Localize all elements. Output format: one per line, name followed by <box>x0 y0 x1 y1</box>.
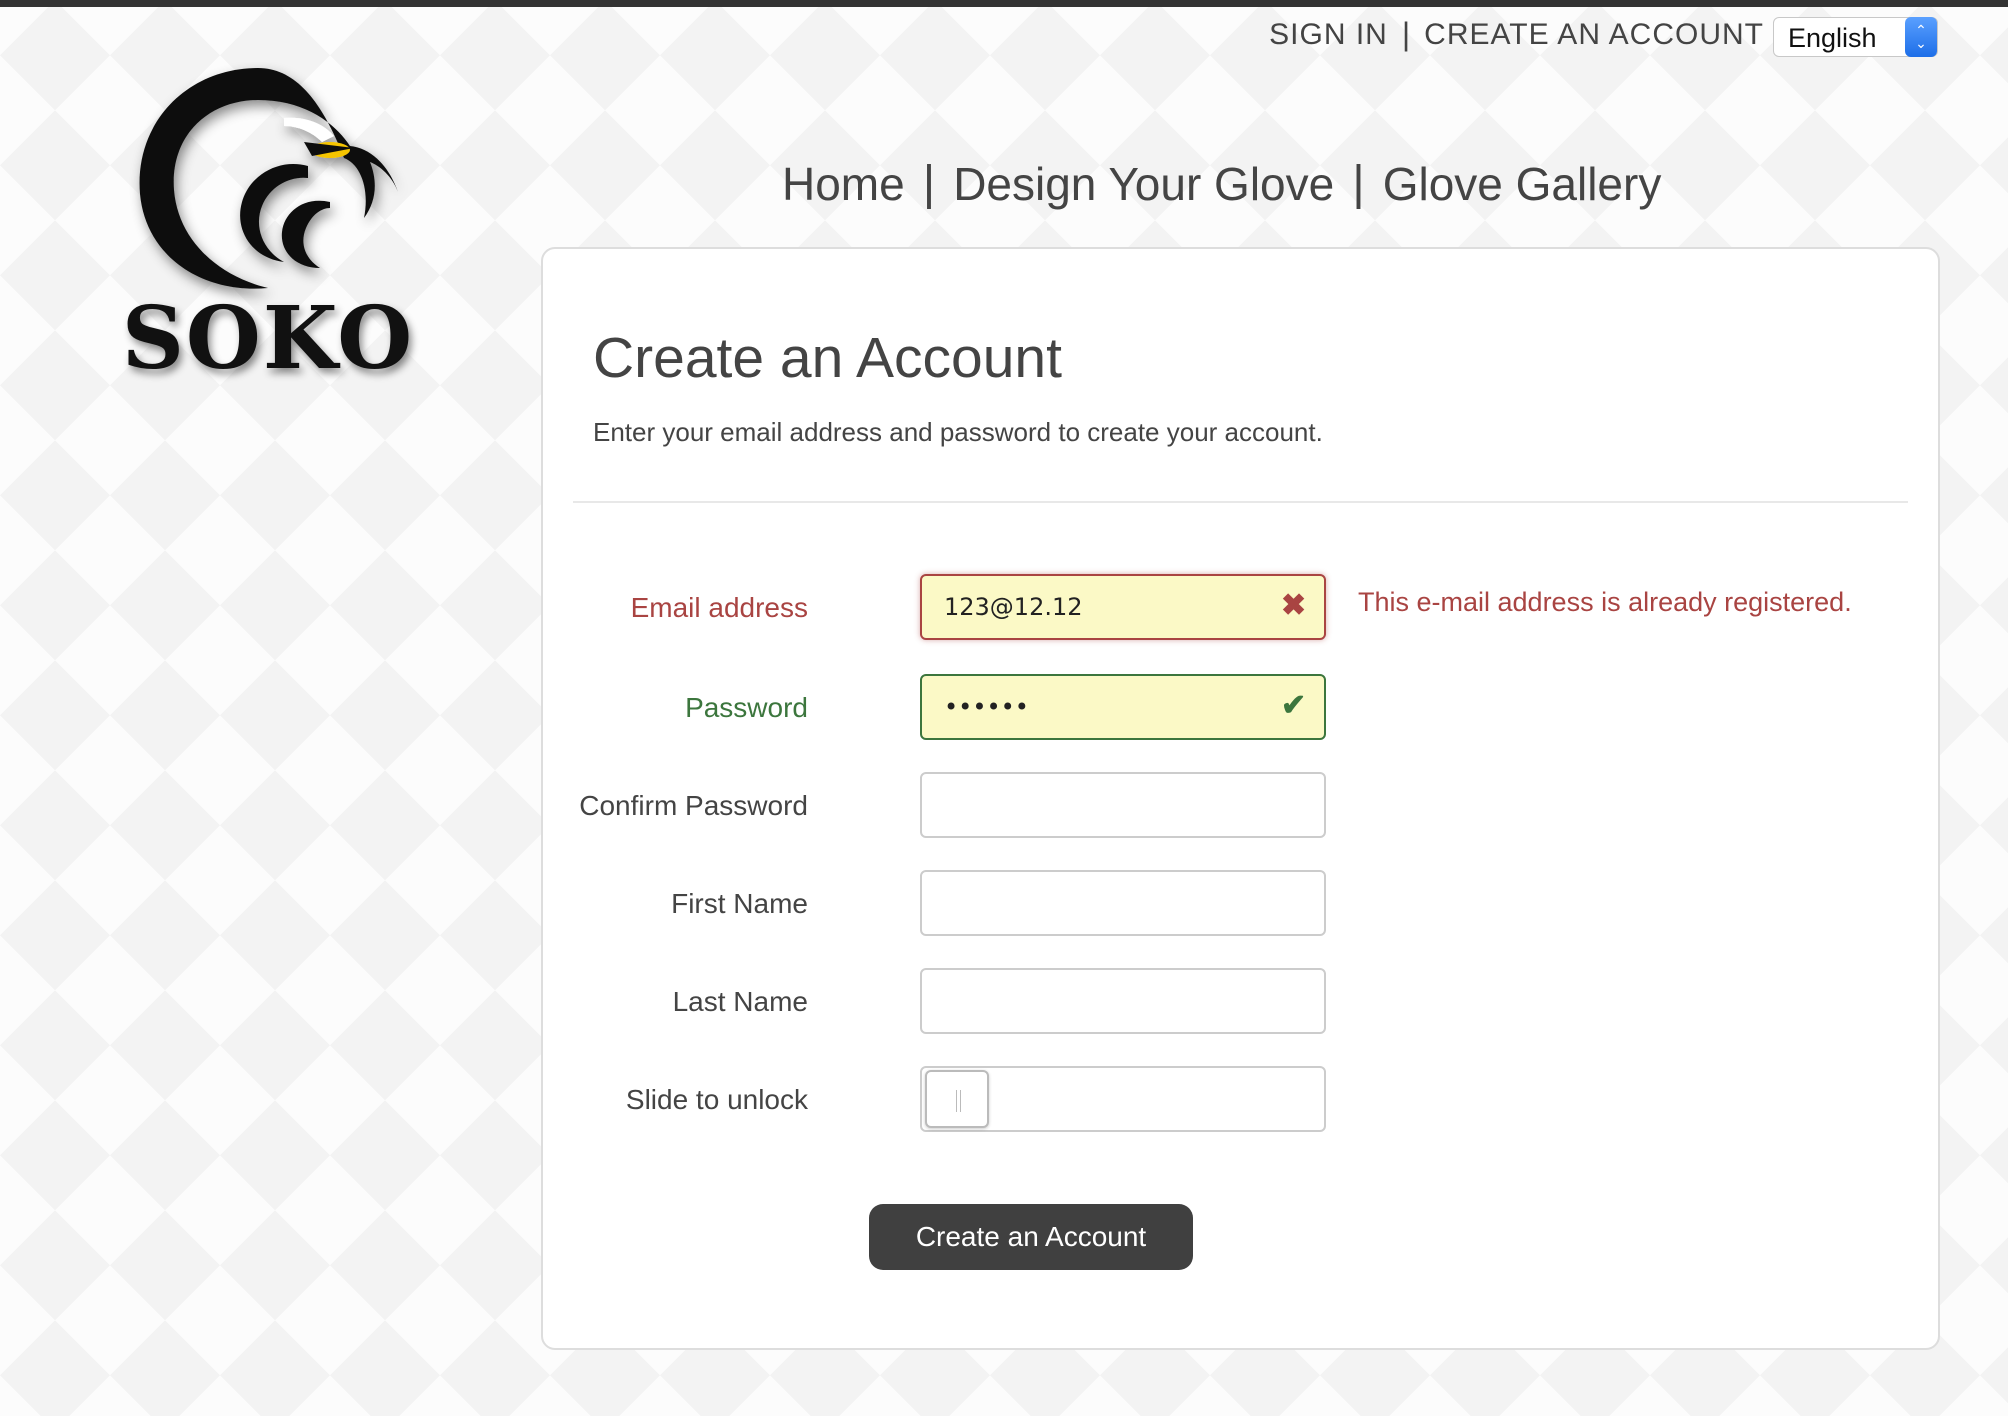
account-links: SIGN IN | CREATE AN ACCOUNT <box>1269 16 1764 53</box>
email-error-message: This e-mail address is already registere… <box>1358 587 1852 617</box>
check-icon: ✔ <box>1281 689 1307 722</box>
last-name-field[interactable] <box>920 968 1326 1034</box>
brand-name: SOKO <box>121 288 415 389</box>
page-title: Create an Account <box>593 326 1062 390</box>
email-label: Email address <box>630 592 808 623</box>
first-name-field[interactable] <box>920 870 1326 936</box>
confirm-password-label: Confirm Password <box>579 790 808 821</box>
email-field[interactable] <box>920 574 1326 640</box>
create-account-card: Create an Account Enter your email addre… <box>541 247 1940 1350</box>
nav-separator: | <box>1352 157 1365 210</box>
divider <box>573 501 1908 503</box>
language-select-value: English <box>1788 23 1877 53</box>
slide-to-unlock-track[interactable] <box>920 1066 1326 1132</box>
nav-home[interactable]: Home <box>782 157 905 211</box>
confirm-password-field[interactable] <box>920 772 1326 838</box>
account-links-separator: | <box>1401 16 1411 52</box>
eagle-head-icon <box>139 68 398 289</box>
password-field[interactable] <box>920 674 1326 740</box>
select-arrows-icon: ⌃ ⌄ <box>1905 17 1937 57</box>
create-account-button[interactable]: Create an Account <box>869 1204 1193 1270</box>
slide-to-unlock-handle[interactable] <box>925 1070 989 1128</box>
create-account-link[interactable]: CREATE AN ACCOUNT <box>1424 18 1764 52</box>
cross-icon: ✖ <box>1281 589 1307 622</box>
language-select[interactable]: English ⌃ ⌄ <box>1773 17 1938 57</box>
main-nav: Home | Design Your Glove | Glove Gallery <box>782 156 1661 211</box>
first-name-label: First Name <box>671 888 808 919</box>
sign-in-link[interactable]: SIGN IN <box>1269 18 1388 52</box>
nav-design-your-glove[interactable]: Design Your Glove <box>953 157 1334 211</box>
password-label: Password <box>685 692 808 723</box>
grip-icon <box>960 1090 961 1112</box>
soko-logo[interactable]: SOKO <box>108 62 428 402</box>
slide-to-unlock-label: Slide to unlock <box>625 1084 808 1115</box>
nav-separator: | <box>922 157 936 210</box>
grip-icon <box>956 1090 957 1112</box>
top-bar <box>0 0 2008 7</box>
page-subtitle: Enter your email address and password to… <box>593 417 1323 447</box>
last-name-label: Last Name <box>672 986 808 1017</box>
nav-glove-gallery[interactable]: Glove Gallery <box>1383 157 1662 211</box>
